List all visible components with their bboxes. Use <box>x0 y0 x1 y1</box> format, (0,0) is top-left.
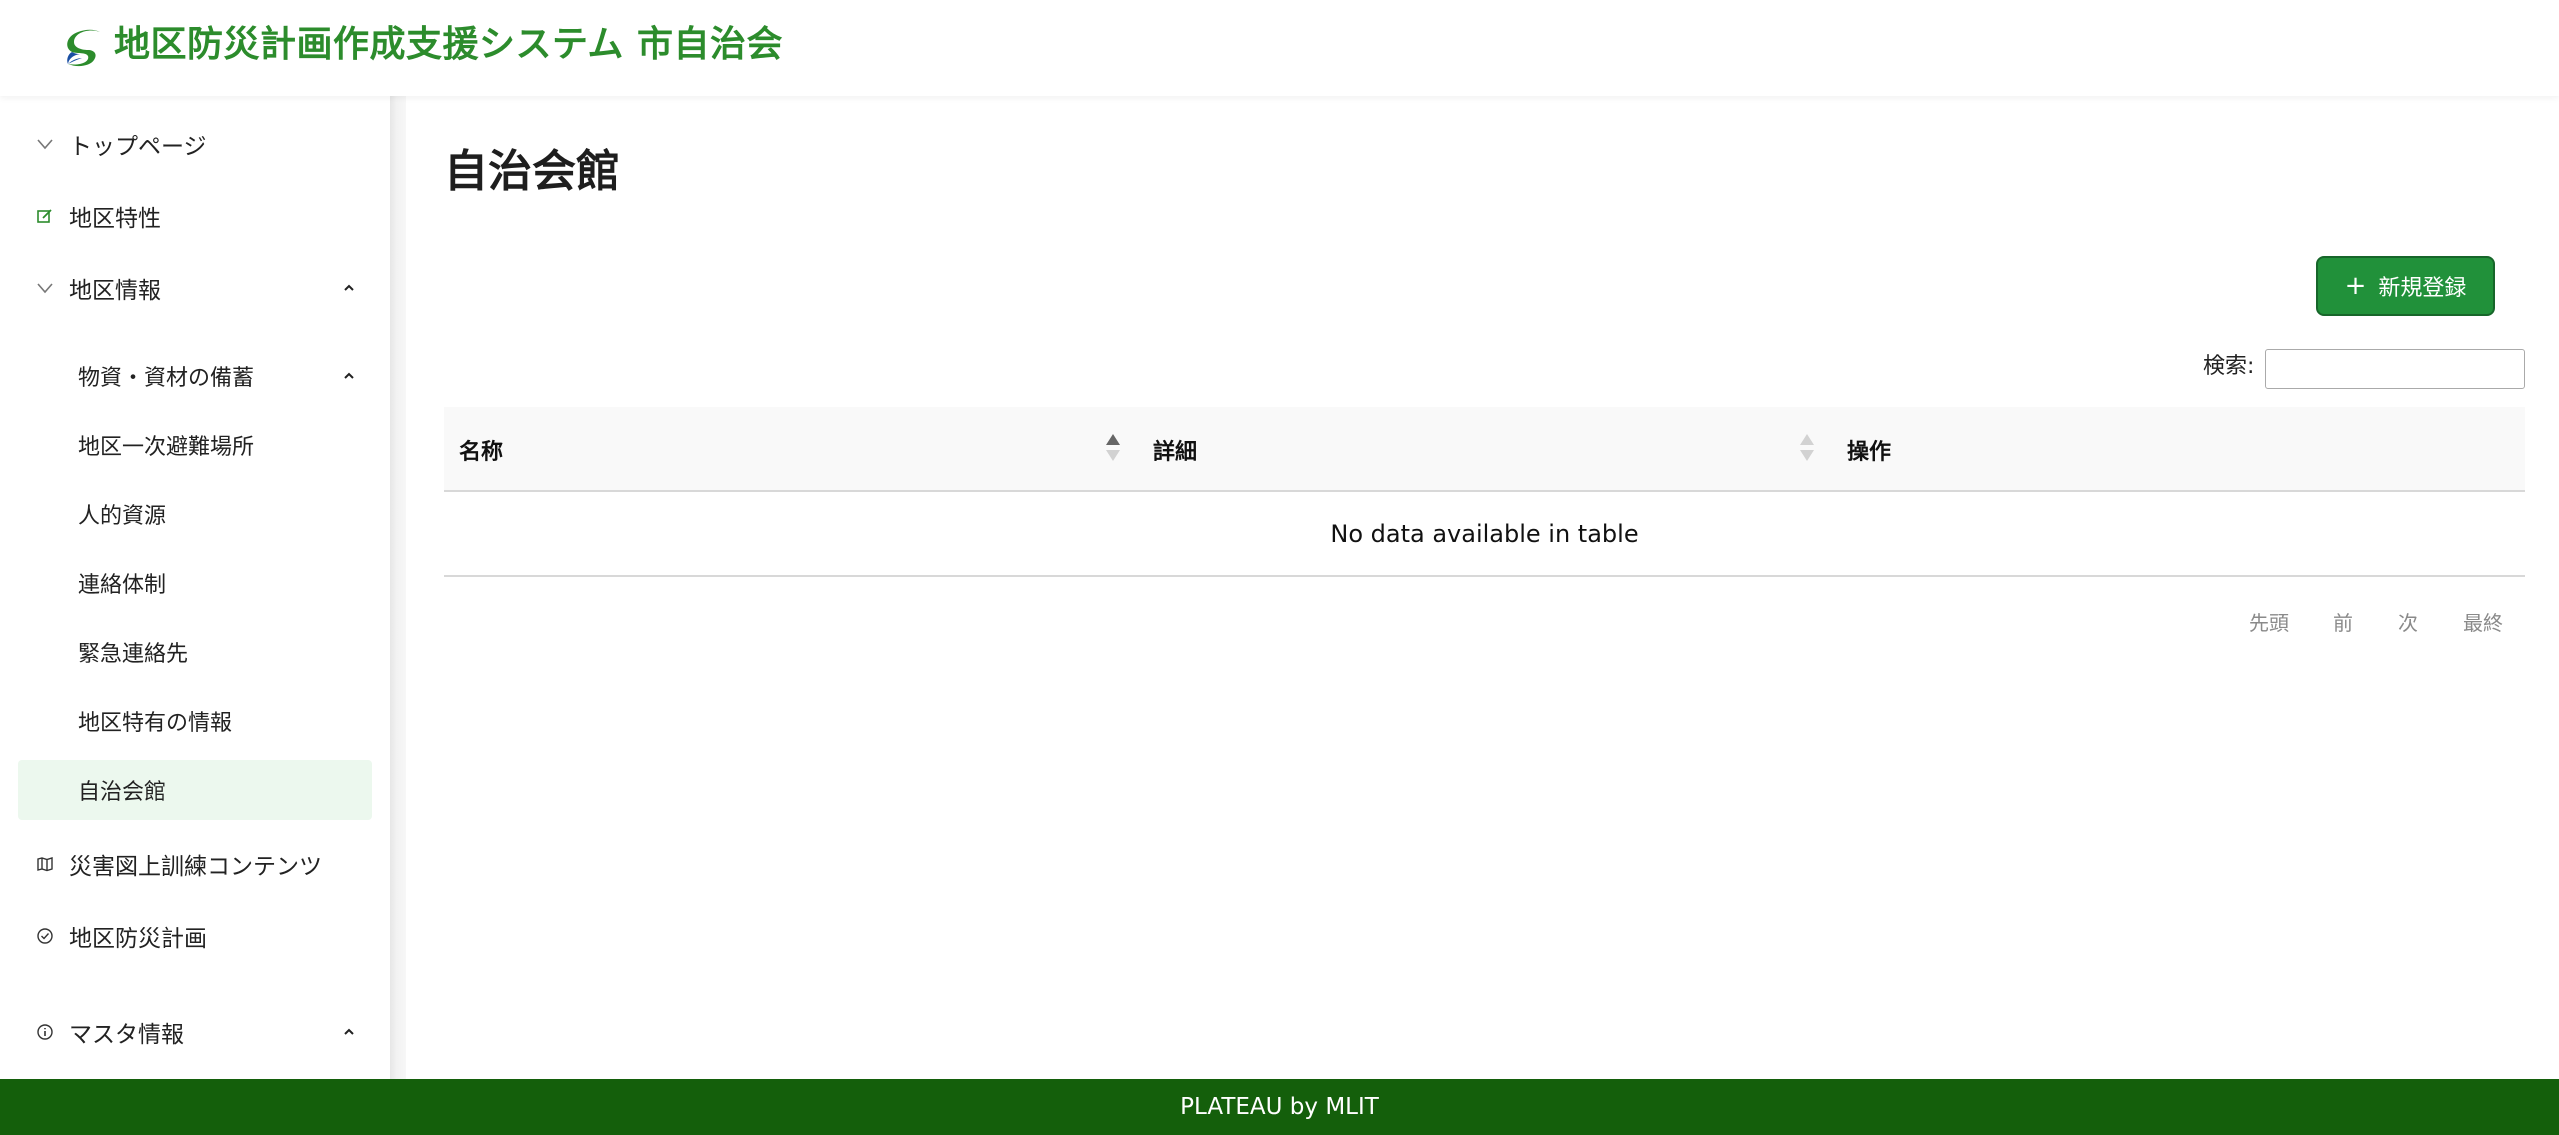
edit-icon <box>34 205 56 227</box>
sidebar-item-district-characteristics[interactable]: 地区特性 <box>0 188 390 244</box>
info-circle-icon <box>34 1021 56 1043</box>
column-header-name[interactable]: 名称 <box>444 407 1138 492</box>
sidebar-subitem-human-resources[interactable]: 人的資源 <box>18 484 372 544</box>
sidebar-item-label: マスタ情報 <box>69 1022 184 1048</box>
chevron-down-icon <box>34 277 56 299</box>
swirl-logo-icon[interactable] <box>60 24 108 72</box>
column-header-actions[interactable]: 操作 <box>1832 407 2525 492</box>
app-title[interactable]: 地区防災計画作成支援システム 市自治会 <box>114 20 783 70</box>
check-circle-icon <box>34 925 56 947</box>
sidebar-subitem-label: 連絡体制 <box>78 573 167 598</box>
sidebar-subitem-supplies[interactable]: 物資・資材の備蓄 <box>18 346 372 406</box>
new-register-button[interactable]: + 新規登録 <box>2316 256 2495 316</box>
chevron-up-icon <box>340 367 358 385</box>
sort-icon <box>1800 434 1814 464</box>
sidebar-item-label: 災害図上訓練コンテンツ <box>69 854 322 880</box>
table-header: 名称 詳細 操作 <box>444 407 2525 492</box>
sidebar-scrollbar-track[interactable] <box>390 96 406 1079</box>
sidebar-item-district-info[interactable]: 地区情報 <box>0 260 390 316</box>
chevron-up-icon <box>340 1023 358 1041</box>
footer: PLATEAU by MLIT <box>0 1079 2559 1135</box>
pagination-last[interactable]: 最終 <box>2463 607 2503 635</box>
sidebar-subitem-contact-system[interactable]: 連絡体制 <box>18 553 372 613</box>
sidebar-subitem-community-hall[interactable]: 自治会館 <box>18 760 372 820</box>
sidebar-subitem-label: 物資・資材の備蓄 <box>78 366 255 391</box>
sidebar-item-label: 地区特性 <box>69 206 161 232</box>
sidebar-item-drill-contents[interactable]: 災害図上訓練コンテンツ <box>0 836 390 892</box>
pagination-next[interactable]: 次 <box>2398 607 2418 635</box>
sort-ascending-icon <box>1106 434 1120 464</box>
sidebar-item-disaster-plan[interactable]: 地区防災計画 <box>0 908 390 964</box>
data-table: 名称 詳細 操作 No data available in table <box>444 407 2525 577</box>
sidebar-item-top-page[interactable]: トップページ <box>0 116 390 172</box>
app-header: 地区防災計画作成支援システム 市自治会 <box>0 0 2559 96</box>
sidebar: トップページ 地区特性 地区情報 物資・資材の備蓄 地区一次避難場所 人的資源 … <box>0 96 390 1079</box>
sidebar-subitem-emergency-contacts[interactable]: 緊急連絡先 <box>18 622 372 682</box>
map-icon <box>34 853 56 875</box>
column-header-details[interactable]: 詳細 <box>1138 407 1832 492</box>
sidebar-item-label: トップページ <box>69 134 207 160</box>
new-register-label: 新規登録 <box>2378 276 2467 301</box>
sidebar-subitem-label: 自治会館 <box>78 780 167 805</box>
sidebar-subitem-label: 緊急連絡先 <box>78 642 189 667</box>
search-label: 検索: <box>2203 354 2255 379</box>
page-title: 自治会館 <box>444 146 620 197</box>
sidebar-item-label: 地区情報 <box>69 278 161 304</box>
sidebar-item-label: 地区防災計画 <box>69 926 207 952</box>
search-input[interactable] <box>2265 349 2525 389</box>
plus-icon: + <box>2344 271 2367 301</box>
sidebar-subitem-district-specific-info[interactable]: 地区特有の情報 <box>18 691 372 751</box>
sidebar-subitem-label: 地区特有の情報 <box>78 711 233 736</box>
pagination-first[interactable]: 先頭 <box>2249 607 2289 635</box>
table-empty-message: No data available in table <box>444 492 2525 577</box>
sidebar-item-master-info[interactable]: マスタ情報 <box>0 1004 390 1060</box>
footer-text: PLATEAU by MLIT <box>1180 1094 1379 1120</box>
chevron-up-icon <box>340 279 358 297</box>
sidebar-subitem-evacuation-site[interactable]: 地区一次避難場所 <box>18 415 372 475</box>
sidebar-subitem-label: 人的資源 <box>78 504 167 529</box>
sidebar-subitem-label: 地区一次避難場所 <box>78 435 255 460</box>
chevron-down-icon <box>34 133 56 155</box>
pagination-previous[interactable]: 前 <box>2333 607 2353 635</box>
